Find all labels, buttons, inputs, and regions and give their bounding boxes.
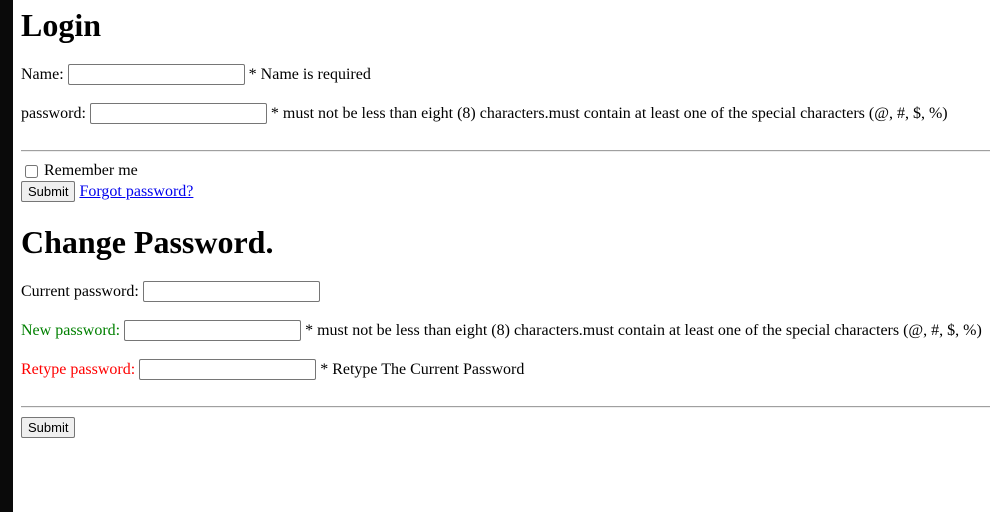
password-hint: * must not be less than eight (8) charac… <box>270 104 948 122</box>
current-password-label: Current password: <box>21 282 139 300</box>
password-row: password: * must not be less than eight … <box>21 103 948 124</box>
remember-label: Remember me <box>44 162 138 179</box>
new-password-row: New password: * must not be less than ei… <box>21 320 982 341</box>
login-submit-button[interactable]: Submit <box>21 181 76 202</box>
login-actions: Submit Forgot password? <box>21 181 193 202</box>
remember-checkbox[interactable] <box>25 164 38 178</box>
remember-row: Remember me <box>21 162 138 180</box>
change-password-title: Change Password. <box>21 224 274 260</box>
name-hint: * Name is required <box>248 65 371 83</box>
left-window-edge <box>0 0 13 512</box>
new-password-input[interactable] <box>124 320 302 341</box>
current-password-row: Current password: <box>21 281 320 302</box>
retype-password-input[interactable] <box>139 359 317 380</box>
name-row: Name: * Name is required <box>21 64 371 85</box>
retype-password-hint: * Retype The Current Password <box>320 360 525 378</box>
new-password-label: New password: <box>21 321 121 339</box>
change-password-submit-button[interactable]: Submit <box>21 417 76 438</box>
forgot-password-link[interactable]: Forgot password? <box>79 183 193 201</box>
new-password-hint: * must not be less than eight (8) charac… <box>305 321 982 339</box>
divider <box>21 150 990 152</box>
retype-password-row: Retype password: * Retype The Current Pa… <box>21 359 524 380</box>
divider <box>21 406 990 408</box>
retype-password-label: Retype password: <box>21 360 136 378</box>
name-label: Name: <box>21 65 64 83</box>
login-title: Login <box>21 7 102 43</box>
current-password-input[interactable] <box>142 281 320 302</box>
password-input[interactable] <box>89 103 267 124</box>
password-label: password: <box>21 104 86 122</box>
name-input[interactable] <box>67 64 245 85</box>
